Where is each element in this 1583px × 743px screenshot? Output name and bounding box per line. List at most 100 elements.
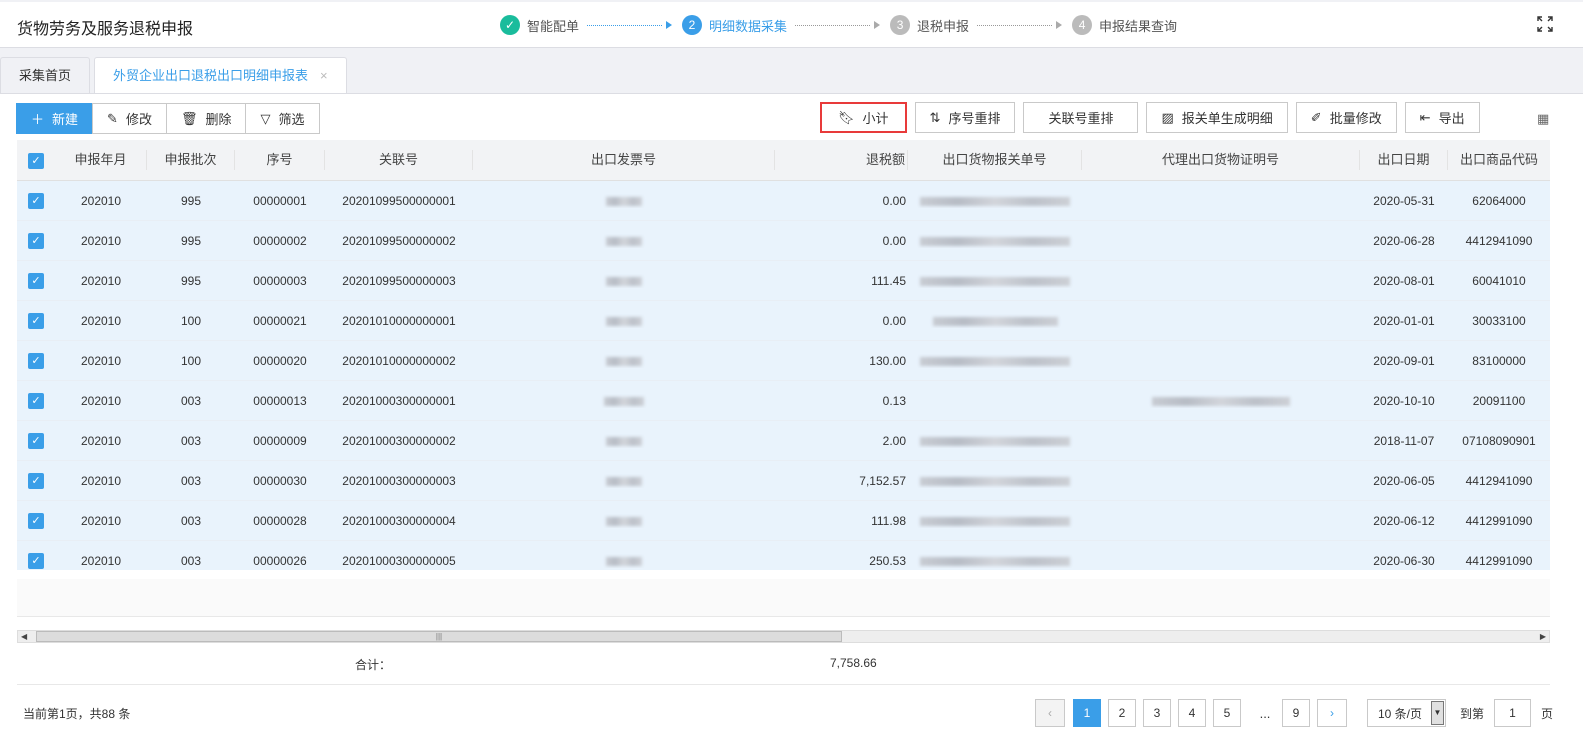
subtotal-button[interactable]: 🔖︎ 小计 <box>820 102 907 133</box>
table-row[interactable]: ✓ 202010 100 00000021 20201010000000001 … <box>17 301 1550 341</box>
table-body: ✓ 202010 995 00000001 20201099500000001 … <box>17 181 1550 570</box>
table-row[interactable]: ✓ 202010 003 00000009 20201000300000002 … <box>17 421 1550 461</box>
batch-edit-button[interactable]: ✐ 批量修改 <box>1295 102 1397 133</box>
cell-export-date: 2020-08-01 <box>1373 273 1435 288</box>
tab-label: 外贸企业出口退税出口明细申报表 <box>113 68 309 83</box>
row-checkbox[interactable]: ✓ <box>17 392 55 409</box>
page-5[interactable]: 5 <box>1213 699 1241 727</box>
column-settings-icon[interactable]: ▦ <box>1537 111 1549 127</box>
row-checkbox[interactable]: ✓ <box>17 552 55 569</box>
step-3[interactable]: 3 退税申报 <box>890 15 969 35</box>
row-checkbox[interactable]: ✓ <box>17 232 55 249</box>
cell-product-code: 30033100 <box>1472 313 1526 328</box>
cell-invoice-redacted <box>473 474 775 488</box>
cell-period: 202010 <box>80 433 122 448</box>
column-header[interactable]: 代理出口货物证明号 <box>1082 150 1360 170</box>
scrollbar-thumb[interactable]: ||| <box>36 631 842 642</box>
table-row[interactable]: ✓ 202010 003 00000030 20201000300000003 … <box>17 461 1550 501</box>
cell-period: 202010 <box>80 313 122 328</box>
chevron-down-icon[interactable]: ▼ <box>1431 701 1444 725</box>
generate-detail-button[interactable]: ▨ 报关单生成明细 <box>1146 102 1288 133</box>
goto-page-input[interactable]: 1 <box>1494 699 1532 727</box>
table-row[interactable]: ✓ 202010 100 00000020 20201010000000002 … <box>17 341 1550 381</box>
cell-link-no: 20201000300000001 <box>342 393 456 408</box>
main-panel: ＋ 新建 ✎ 修改 🗑︎ 删除 ▽ 筛选 🔖︎ 小计 ⇅ 序号重排 关联号重排 ▨ 报关单生成… <box>0 93 1583 743</box>
table-empty-area <box>17 579 1550 617</box>
cell-refund: 0.13 <box>882 393 906 408</box>
cell-refund: 2.00 <box>882 433 906 448</box>
column-header[interactable]: 退税额 <box>775 150 908 170</box>
next-page-button[interactable]: › <box>1317 699 1347 727</box>
filter-icon: ▽ <box>260 110 271 126</box>
cell-export-date: 2020-06-12 <box>1373 513 1435 528</box>
cell-batch: 100 <box>180 313 202 328</box>
cell-customs-redacted <box>908 554 1082 568</box>
button-label: 序号重排 <box>948 111 1001 126</box>
page-size-select[interactable]: 10 条/页 ▼ <box>1367 699 1446 727</box>
tab-collect-home[interactable]: 采集首页 <box>0 57 91 94</box>
row-checkbox[interactable]: ✓ <box>17 192 55 209</box>
select-all-checkbox[interactable]: ✓ <box>17 150 55 170</box>
table-row[interactable]: ✓ 202010 995 00000003 20201099500000003 … <box>17 261 1550 301</box>
cell-invoice-redacted <box>473 514 775 528</box>
cell-seq: 00000013 <box>253 393 307 408</box>
delete-button[interactable]: 🗑︎ 删除 <box>165 103 247 134</box>
cell-period: 202010 <box>80 553 122 568</box>
close-icon[interactable]: × <box>320 68 328 83</box>
column-header[interactable]: 序号 <box>235 150 325 170</box>
row-checkbox[interactable]: ✓ <box>17 352 55 369</box>
column-header[interactable]: 出口商品代码 <box>1448 150 1550 170</box>
image-icon: ▨ <box>1161 109 1174 125</box>
tab-export-detail[interactable]: 外贸企业出口退税出口明细申报表 × <box>94 57 347 95</box>
column-header[interactable]: 申报批次 <box>147 150 235 170</box>
row-checkbox[interactable]: ✓ <box>17 272 55 289</box>
table-row[interactable]: ✓ 202010 003 00000028 20201000300000004 … <box>17 501 1550 541</box>
row-checkbox[interactable]: ✓ <box>17 472 55 489</box>
cell-invoice-redacted <box>473 554 775 568</box>
step-2[interactable]: 2 明细数据采集 <box>682 15 787 35</box>
column-header[interactable]: 关联号 <box>325 150 473 170</box>
cell-seq: 00000021 <box>253 313 307 328</box>
step-4[interactable]: 4 申报结果查询 <box>1072 15 1177 35</box>
step-1[interactable]: ✓ 智能配单 <box>500 15 579 35</box>
button-label: 导出 <box>1438 111 1465 126</box>
prev-page-button[interactable]: ‹ <box>1035 699 1065 727</box>
edit-button[interactable]: ✎ 修改 <box>92 103 167 134</box>
new-button[interactable]: ＋ 新建 <box>16 103 94 134</box>
page-3[interactable]: 3 <box>1143 699 1171 727</box>
reorder-link-button[interactable]: 关联号重排 <box>1023 102 1139 133</box>
page-4[interactable]: 4 <box>1178 699 1206 727</box>
table-row[interactable]: ✓ 202010 003 00000026 20201000300000005 … <box>17 541 1550 570</box>
plus-icon: ＋ <box>31 112 45 127</box>
edit-icon: ✎ <box>107 110 118 126</box>
export-button[interactable]: ⇤ 导出 <box>1404 102 1480 133</box>
page-1[interactable]: 1 <box>1073 699 1101 727</box>
scroll-left-icon[interactable]: ◀ <box>21 631 27 642</box>
scroll-right-icon[interactable]: ▶ <box>1540 631 1546 642</box>
cell-seq: 00000020 <box>253 353 307 368</box>
table-row[interactable]: ✓ 202010 003 00000013 20201000300000001 … <box>17 381 1550 421</box>
filter-button[interactable]: ▽ 筛选 <box>245 103 320 134</box>
reorder-seq-button[interactable]: ⇅ 序号重排 <box>914 102 1016 133</box>
tab-bar: 采集首页 外贸企业出口退税出口明细申报表 × <box>0 57 351 95</box>
cell-product-code: 07108090901 <box>1462 433 1536 448</box>
table-row[interactable]: ✓ 202010 995 00000001 20201099500000001 … <box>17 181 1550 221</box>
page-2[interactable]: 2 <box>1108 699 1136 727</box>
row-checkbox[interactable]: ✓ <box>17 432 55 449</box>
cell-batch: 995 <box>180 233 202 248</box>
column-header[interactable]: 出口发票号 <box>473 150 775 170</box>
cell-customs-redacted <box>908 194 1082 208</box>
fullscreen-icon[interactable] <box>1537 16 1553 32</box>
cell-product-code: 4412991090 <box>1465 513 1533 528</box>
cell-refund: 111.98 <box>871 513 906 528</box>
column-header[interactable]: 出口货物报关单号 <box>908 150 1082 170</box>
cell-batch: 995 <box>180 273 202 288</box>
row-checkbox[interactable]: ✓ <box>17 312 55 329</box>
column-header[interactable]: 申报年月 <box>55 150 147 170</box>
cell-link-no: 20201010000000001 <box>342 313 456 328</box>
horizontal-scrollbar[interactable]: ◀ ||| ▶ <box>17 630 1550 643</box>
column-header[interactable]: 出口日期 <box>1360 150 1448 170</box>
table-row[interactable]: ✓ 202010 995 00000002 20201099500000002 … <box>17 221 1550 261</box>
page-9[interactable]: 9 <box>1282 699 1310 727</box>
row-checkbox[interactable]: ✓ <box>17 512 55 529</box>
